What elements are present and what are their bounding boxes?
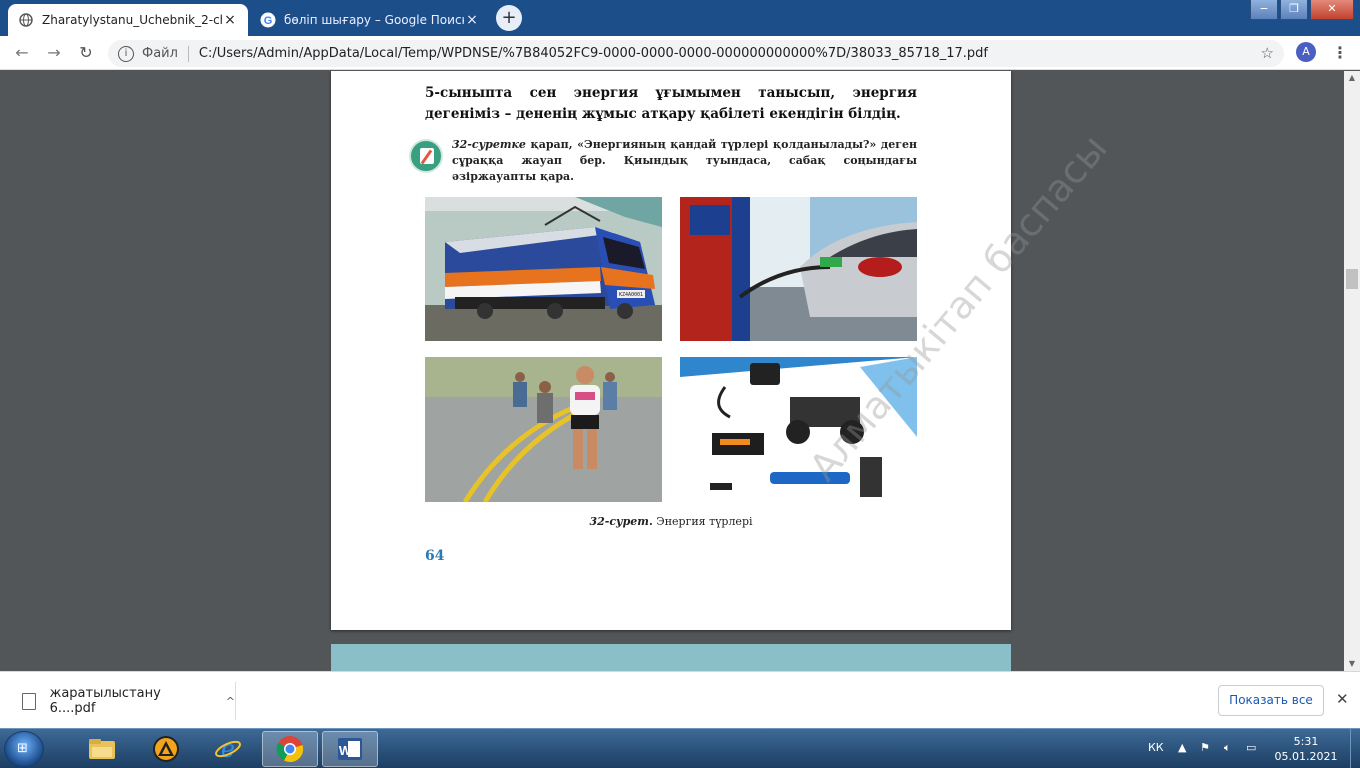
tab-close-icon[interactable]: × [222,12,238,28]
download-item[interactable]: жаратылыстану 6....pdf ^ [16,682,236,720]
page-number: 64 [425,548,445,564]
scroll-down-icon[interactable]: ▼ [1344,657,1360,671]
forward-arrow-icon[interactable]: → [44,43,64,63]
svg-text:G: G [264,15,273,27]
menu-icon[interactable]: ⋮ [1332,43,1348,62]
window-close-button[interactable]: ✕ [1310,0,1354,20]
tab-title: бөліп шығару – Google Поиск [284,13,464,27]
show-desktop-button[interactable] [1350,729,1360,768]
figure-reference: 32-суретке [452,138,526,151]
back-arrow-icon[interactable]: ← [12,43,32,63]
app-triangle-icon[interactable] [138,731,194,767]
clock-date: 05.01.2021 [1274,750,1338,763]
next-pdf-page [331,644,1011,671]
intro-paragraph: 5-сыныпта сен энергия ұғымымен танысып, … [425,83,917,125]
window-controls: − ❐ ✕ [1248,0,1354,20]
scroll-up-icon[interactable]: ▲ [1344,71,1360,85]
word-icon[interactable]: W [322,731,378,767]
info-icon[interactable]: i [118,45,134,62]
bookmark-star-icon[interactable]: ☆ [1261,44,1274,62]
start-button[interactable]: ⊞ [4,731,44,767]
windows-logo-icon: ⊞ [17,741,28,756]
svg-text:W: W [339,743,352,758]
explorer-icon[interactable] [74,731,130,767]
address-bar[interactable]: i Файл C:/Users/Admin/AppData/Local/Temp… [108,40,1284,67]
url-text[interactable]: C:/Users/Admin/AppData/Local/Temp/WPDNSE… [199,46,988,61]
browser-toolbar: ← → ↻ i Файл C:/Users/Admin/AppData/Loca… [0,36,1360,70]
chevron-up-icon[interactable]: ^ [226,695,235,708]
clock-time: 5:31 [1293,735,1319,748]
download-bar-close-icon[interactable]: ✕ [1336,690,1349,708]
language-indicator[interactable]: КК [1148,741,1164,754]
caption-label: 32-сурет. [589,515,653,528]
tab-strip: Zharatylystanu_Uchebnik_2-ch_6 × G бөліп… [0,0,1360,36]
tab-close-icon[interactable]: × [464,12,480,28]
svg-text:e: e [221,735,235,763]
paragraph-term: энергия [852,85,917,101]
photo-rc-car [680,357,917,502]
tray-expand-icon[interactable]: ▲ [1178,741,1186,754]
new-tab-button[interactable]: + [496,5,522,31]
paragraph-text: 5-сыныпта сен энергия ұғымымен танысып, [425,85,853,101]
action-center-icon[interactable]: ▭ [1246,741,1256,754]
photo-runners [425,357,662,502]
network-warning-icon[interactable]: ⚑ [1200,741,1210,754]
download-file-name: жаратылыстану 6....pdf [49,686,161,716]
scroll-thumb[interactable] [1346,269,1358,289]
file-icon [22,692,36,710]
pdf-page: 5-сыныпта сен энергия ұғымымен танысып, … [331,71,1116,630]
volume-icon[interactable]: 🔈︎ [1224,741,1231,755]
vertical-scrollbar[interactable]: ▲ ▼ [1344,71,1360,671]
reload-icon[interactable]: ↻ [76,43,96,63]
tab-google-search[interactable]: G бөліп шығару – Google Поиск × [250,4,490,36]
divider [187,45,189,62]
maximize-button[interactable]: ❐ [1280,0,1308,20]
tab-title: Zharatylystanu_Uchebnik_2-ch_6 [42,13,222,27]
scheme-label: Файл [142,46,178,61]
pdf-viewer: 5-сыныпта сен энергия ұғымымен танысып, … [0,71,1344,671]
photo-locomotive: KZ4A0001 [425,197,662,341]
photo-fueling-car [680,197,917,341]
minimize-button[interactable]: − [1250,0,1278,20]
windows-taskbar: ⊞ e W КК ▲ ⚑ 🔈︎ ▭ 5:31 05.01.2021 [0,728,1360,768]
locomotive-plate: KZ4A0001 [619,292,643,298]
download-bar: жаратылыстану 6....pdf ^ Показать все ✕ [0,671,1360,728]
caption-text: Энергия түрлері [652,515,753,528]
clock[interactable]: 5:31 05.01.2021 [1270,734,1342,764]
task-notebook-icon [409,139,443,173]
chrome-icon[interactable] [262,731,318,767]
figure-caption: 32-сурет. Энергия түрлері [331,515,1011,528]
globe-icon [18,12,34,28]
paragraph-text: дегеніміз – дененің жұмыс атқару қабілет… [425,106,901,122]
google-icon: G [260,12,276,28]
internet-explorer-icon[interactable]: e [200,731,256,767]
profile-avatar[interactable]: A [1296,42,1316,62]
tab-pdf[interactable]: Zharatylystanu_Uchebnik_2-ch_6 × [8,4,248,36]
show-all-button[interactable]: Показать все [1218,685,1324,716]
task-text: 32-суретке қарап, «Энергияның қандай түр… [452,137,917,185]
